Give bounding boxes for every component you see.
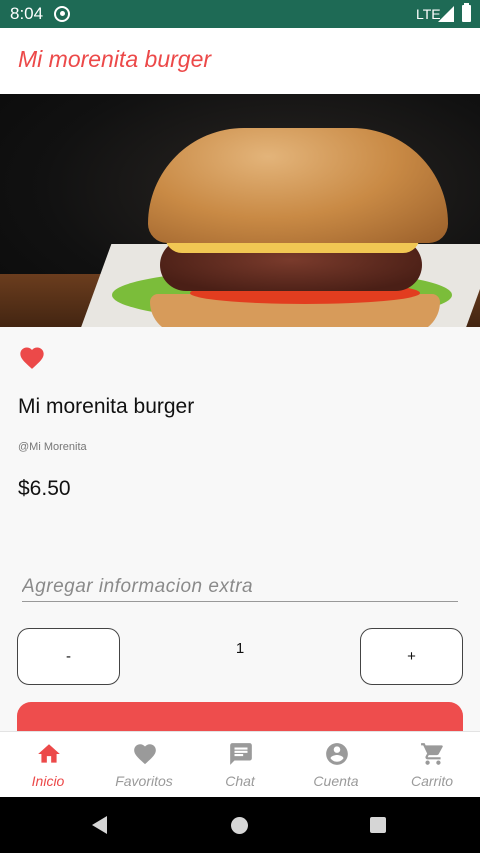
store-handle: @Mi Morenita (18, 441, 87, 453)
status-time: 8:04 (10, 4, 44, 23)
system-navigation-bar (0, 797, 480, 853)
nav-label-favoritos: Favoritos (115, 773, 173, 789)
nav-item-inicio[interactable]: Inicio (0, 732, 96, 798)
nav-item-carrito[interactable]: Carrito (384, 732, 480, 798)
nav-label-cuenta: Cuenta (313, 773, 359, 789)
increment-button[interactable]: + (360, 628, 463, 685)
recent-apps-icon[interactable] (370, 817, 386, 833)
favorite-heart-icon[interactable] (18, 344, 46, 372)
app-notification-icon (54, 6, 70, 22)
home-circle-icon[interactable] (231, 817, 248, 834)
product-image (0, 94, 480, 327)
nav-label-chat: Chat (225, 773, 255, 789)
account-icon (326, 743, 348, 765)
nav-item-chat[interactable]: Chat (192, 732, 288, 798)
signal-icon (438, 6, 454, 22)
bottom-navigation: Inicio Favoritos Chat Cuenta Carrito (0, 731, 480, 797)
battery-icon (462, 3, 471, 22)
app-title: Mi morenita burger (18, 46, 212, 72)
cart-icon (421, 743, 443, 765)
nav-item-cuenta[interactable]: Cuenta (288, 732, 384, 798)
quantity-value: 1 (235, 640, 245, 657)
nav-label-carrito: Carrito (410, 773, 453, 789)
chat-icon (230, 743, 252, 765)
home-icon (38, 744, 60, 763)
product-price: $6.50 (18, 477, 71, 500)
decrement-button[interactable]: - (17, 628, 120, 685)
product-name: Mi morenita burger (18, 395, 195, 418)
heart-icon (134, 744, 156, 765)
back-icon[interactable] (92, 816, 107, 834)
extra-info-input[interactable] (22, 572, 458, 602)
status-bar: 8:04 LTE (0, 0, 480, 28)
network-type-label: LTE (416, 6, 441, 22)
product-detail-screen: 8:04 LTE Mi morenita burger Mi morenita … (0, 0, 480, 853)
app-bar: Mi morenita burger (0, 28, 480, 94)
burger-top-bun (148, 128, 448, 243)
nav-item-favoritos[interactable]: Favoritos (96, 732, 192, 798)
nav-label-inicio: Inicio (31, 773, 65, 789)
